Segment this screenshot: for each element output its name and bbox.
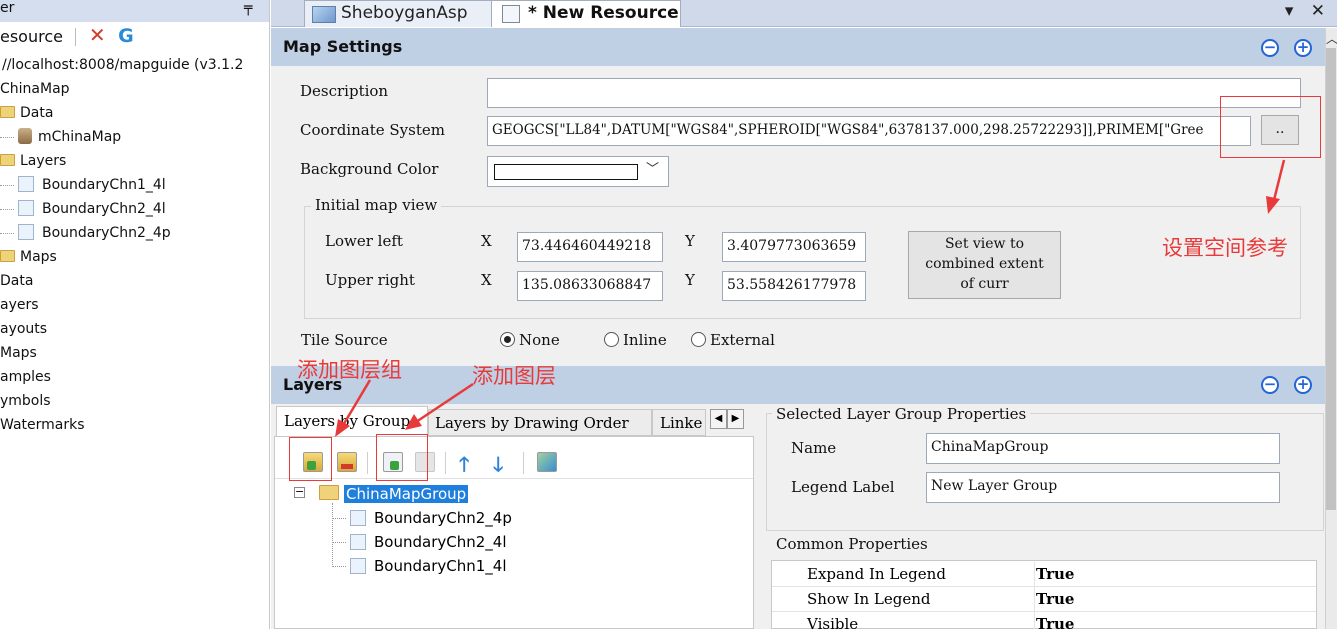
annotation-set-crs: 设置空间参考 xyxy=(1162,236,1288,260)
annotation-add-group: 添加图层组 xyxy=(297,358,402,382)
annotation-arrows xyxy=(335,159,1286,437)
annotation-add-layer: 添加图层 xyxy=(472,364,556,388)
